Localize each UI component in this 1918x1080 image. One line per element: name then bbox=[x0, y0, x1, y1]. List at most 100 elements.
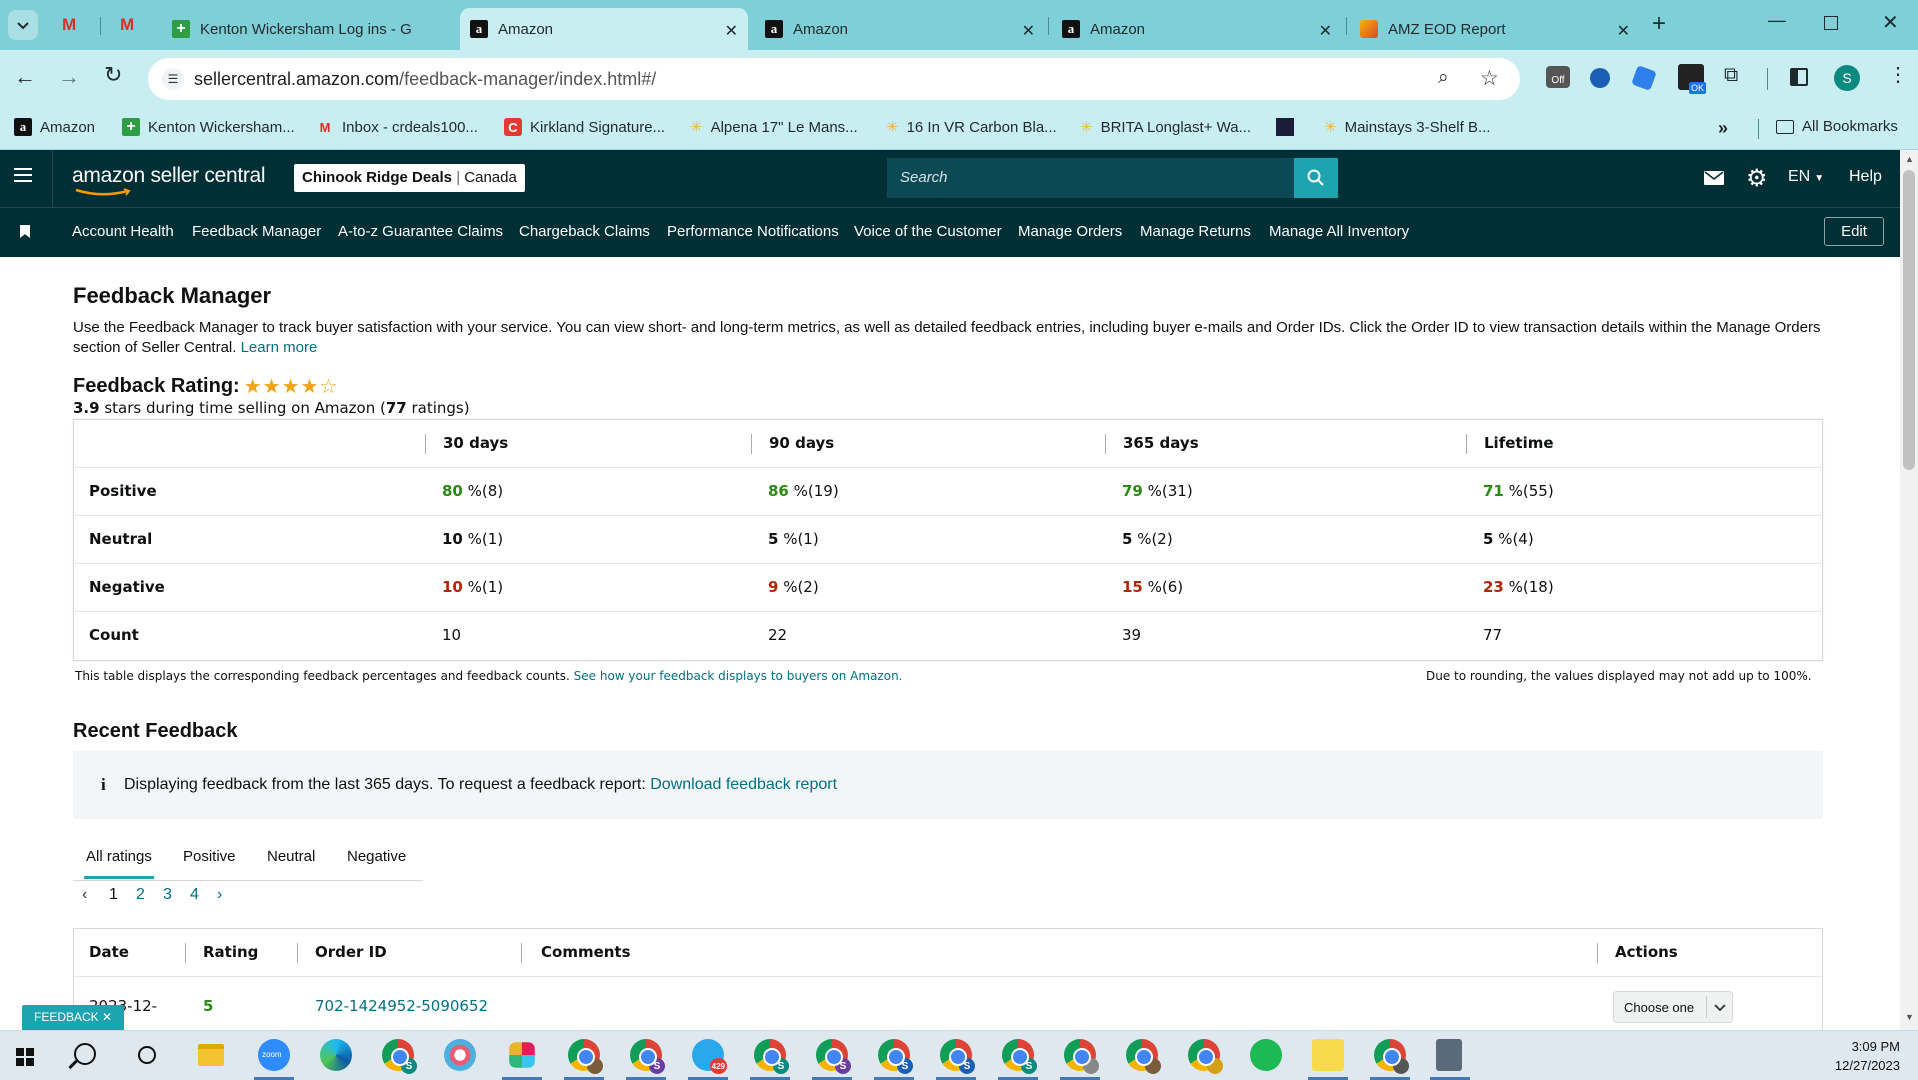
help-link[interactable]: Help bbox=[1849, 168, 1882, 186]
mail-icon[interactable] bbox=[1704, 171, 1724, 185]
bookmark-item[interactable]: C Kirkland Signature... bbox=[504, 118, 665, 136]
close-window-button[interactable]: ✕ bbox=[1882, 10, 1899, 35]
bookmark-item[interactable]: + Kenton Wickersham... bbox=[122, 118, 295, 136]
url-text[interactable]: sellercentral.amazon.com/feedback-manage… bbox=[194, 69, 656, 90]
chrome-profile-icon[interactable]: S bbox=[630, 1039, 665, 1074]
chrome-profile-icon[interactable]: S bbox=[940, 1039, 975, 1074]
feedback-widget-button[interactable]: FEEDBACK ✕ bbox=[22, 1005, 125, 1030]
order-id-link[interactable]: 702-1424952-5090652 bbox=[315, 997, 488, 1015]
bookmark-flag-icon[interactable] bbox=[20, 225, 30, 238]
chrome-profile-icon[interactable] bbox=[1126, 1039, 1161, 1074]
nav-chargeback-claims[interactable]: Chargeback Claims bbox=[519, 223, 650, 240]
hamburger-menu-icon[interactable] bbox=[14, 168, 32, 182]
extension-ok-icon[interactable]: OK bbox=[1678, 64, 1706, 94]
clock[interactable]: 3:09 PM 12/27/2023 bbox=[1820, 1037, 1900, 1075]
site-info-icon[interactable]: ☰ bbox=[162, 68, 184, 90]
nav-account-health[interactable]: Account Health bbox=[72, 223, 174, 240]
extensions-puzzle-icon[interactable]: ⧉ bbox=[1724, 64, 1738, 87]
nav-manage-all-inventory[interactable]: Manage All Inventory bbox=[1269, 223, 1409, 240]
bookmark-item[interactable]: ✳ 16 In VR Carbon Bla... bbox=[886, 118, 1057, 137]
seller-central-logo[interactable]: amazon seller central bbox=[72, 164, 266, 196]
chrome-profile-icon[interactable] bbox=[1064, 1039, 1099, 1074]
telegram-icon[interactable]: 429 bbox=[692, 1039, 727, 1074]
gmail-pinned-tab-2[interactable]: M bbox=[120, 15, 134, 35]
chrome-profile-icon[interactable]: S bbox=[1002, 1039, 1037, 1074]
search-button[interactable] bbox=[1294, 158, 1338, 198]
pagination-page-1[interactable]: 1 bbox=[109, 886, 118, 904]
search-input[interactable]: Search bbox=[887, 158, 1294, 198]
close-icon[interactable]: ✕ bbox=[1319, 21, 1332, 41]
tab-amazon-active[interactable]: a Amazon ✕ bbox=[460, 8, 748, 50]
scroll-down-arrow[interactable]: ▼ bbox=[1905, 1012, 1914, 1022]
filter-tab-negative[interactable]: Negative bbox=[347, 848, 406, 865]
language-selector[interactable]: EN ▼ bbox=[1788, 168, 1824, 186]
bookmark-item[interactable]: ✳ Mainstays 3-Shelf B... bbox=[1324, 118, 1490, 137]
store-selector[interactable]: Chinook Ridge Deals | Canada bbox=[294, 164, 525, 192]
learn-more-link[interactable]: Learn more bbox=[241, 339, 318, 356]
scroll-up-arrow[interactable]: ▲ bbox=[1905, 154, 1914, 164]
task-view-icon[interactable] bbox=[138, 1046, 156, 1064]
chrome-profile-icon[interactable] bbox=[1374, 1039, 1409, 1074]
chrome-profile-icon[interactable]: S bbox=[754, 1039, 789, 1074]
bookmark-item[interactable]: a Amazon bbox=[14, 118, 95, 136]
nav-voice-of-customer[interactable]: Voice of the Customer bbox=[854, 223, 1002, 240]
scroll-thumb[interactable] bbox=[1903, 170, 1915, 470]
download-feedback-report-link[interactable]: Download feedback report bbox=[650, 776, 837, 793]
bookmark-item[interactable]: M Inbox - crdeals100... bbox=[316, 118, 478, 136]
nav-manage-returns[interactable]: Manage Returns bbox=[1140, 223, 1251, 240]
actions-dropdown[interactable]: Choose one bbox=[1613, 991, 1733, 1023]
feedback-display-link[interactable]: See how your feedback displays to buyers… bbox=[574, 669, 903, 683]
pagination-next-icon[interactable]: › bbox=[217, 886, 222, 904]
tab-amazon-3[interactable]: a Amazon ✕ bbox=[1052, 8, 1342, 50]
bookmark-item[interactable]: ✳ BRITA Longlast+ Wa... bbox=[1080, 118, 1251, 137]
page-scrollbar[interactable]: ▲ ▼ bbox=[1900, 150, 1918, 1030]
more-bookmarks-icon[interactable]: » bbox=[1718, 118, 1728, 139]
side-panel-icon[interactable] bbox=[1790, 68, 1808, 86]
close-icon[interactable]: ✕ bbox=[1022, 21, 1035, 41]
extension-off-icon[interactable]: Off bbox=[1546, 66, 1570, 88]
close-icon[interactable]: ✕ bbox=[102, 1010, 112, 1024]
pagination-page-3[interactable]: 3 bbox=[163, 886, 172, 904]
extension-gear-icon[interactable] bbox=[1590, 68, 1610, 88]
close-icon[interactable]: ✕ bbox=[725, 21, 738, 41]
chrome-profile-icon[interactable]: S bbox=[878, 1039, 913, 1074]
filter-tab-positive[interactable]: Positive bbox=[183, 848, 236, 865]
restore-button[interactable] bbox=[1824, 16, 1838, 30]
bookmark-item[interactable]: ✳ Alpena 17" Le Mans... bbox=[690, 118, 858, 137]
start-windows-icon[interactable] bbox=[16, 1048, 34, 1066]
new-tab-button[interactable]: + bbox=[1652, 10, 1666, 38]
pagination-page-2[interactable]: 2 bbox=[136, 886, 145, 904]
nav-manage-orders[interactable]: Manage Orders bbox=[1018, 223, 1122, 240]
bookmark-star-icon[interactable]: ☆ bbox=[1480, 66, 1499, 91]
filter-tab-neutral[interactable]: Neutral bbox=[267, 848, 315, 865]
zoom-icon[interactable]: zoom bbox=[258, 1039, 290, 1071]
edit-nav-button[interactable]: Edit bbox=[1824, 217, 1884, 246]
bookmark-item[interactable] bbox=[1276, 118, 1302, 136]
chrome-profile-icon[interactable] bbox=[1188, 1039, 1223, 1074]
file-explorer-icon[interactable] bbox=[198, 1044, 224, 1066]
calculator-icon[interactable] bbox=[1436, 1039, 1462, 1071]
nav-performance-notifications[interactable]: Performance Notifications bbox=[667, 223, 839, 240]
sticky-notes-icon[interactable] bbox=[1312, 1039, 1344, 1071]
search-icon[interactable] bbox=[68, 1043, 96, 1070]
gmail-pinned-tab-1[interactable]: M bbox=[62, 15, 76, 35]
settings-gear-icon[interactable]: ⚙ bbox=[1746, 164, 1768, 193]
pagination-prev-icon[interactable]: ‹ bbox=[82, 886, 87, 904]
slack-icon[interactable] bbox=[509, 1042, 535, 1068]
pinwheel-app-icon[interactable] bbox=[444, 1039, 476, 1071]
tab-sheets[interactable]: + Kenton Wickersham Log ins - G bbox=[162, 8, 458, 50]
chrome-profile-icon[interactable] bbox=[568, 1039, 603, 1074]
menu-kebab-icon[interactable]: ⋮ bbox=[1888, 62, 1908, 87]
forward-button[interactable]: → bbox=[58, 64, 80, 90]
tab-search-button[interactable] bbox=[8, 10, 38, 40]
extension-link-icon[interactable] bbox=[1631, 65, 1657, 91]
edge-icon[interactable] bbox=[320, 1039, 352, 1071]
filter-tab-all-ratings[interactable]: All ratings bbox=[86, 848, 152, 865]
profile-avatar[interactable]: S bbox=[1834, 65, 1860, 91]
chrome-profile-icon[interactable]: S bbox=[816, 1039, 851, 1074]
minimize-button[interactable]: — bbox=[1768, 10, 1786, 31]
pagination-page-4[interactable]: 4 bbox=[190, 886, 199, 904]
tab-amazon-2[interactable]: a Amazon ✕ bbox=[755, 8, 1045, 50]
tab-eod-report[interactable]: AMZ EOD Report ✕ bbox=[1350, 8, 1640, 50]
chrome-profile-icon[interactable]: S bbox=[382, 1039, 417, 1074]
